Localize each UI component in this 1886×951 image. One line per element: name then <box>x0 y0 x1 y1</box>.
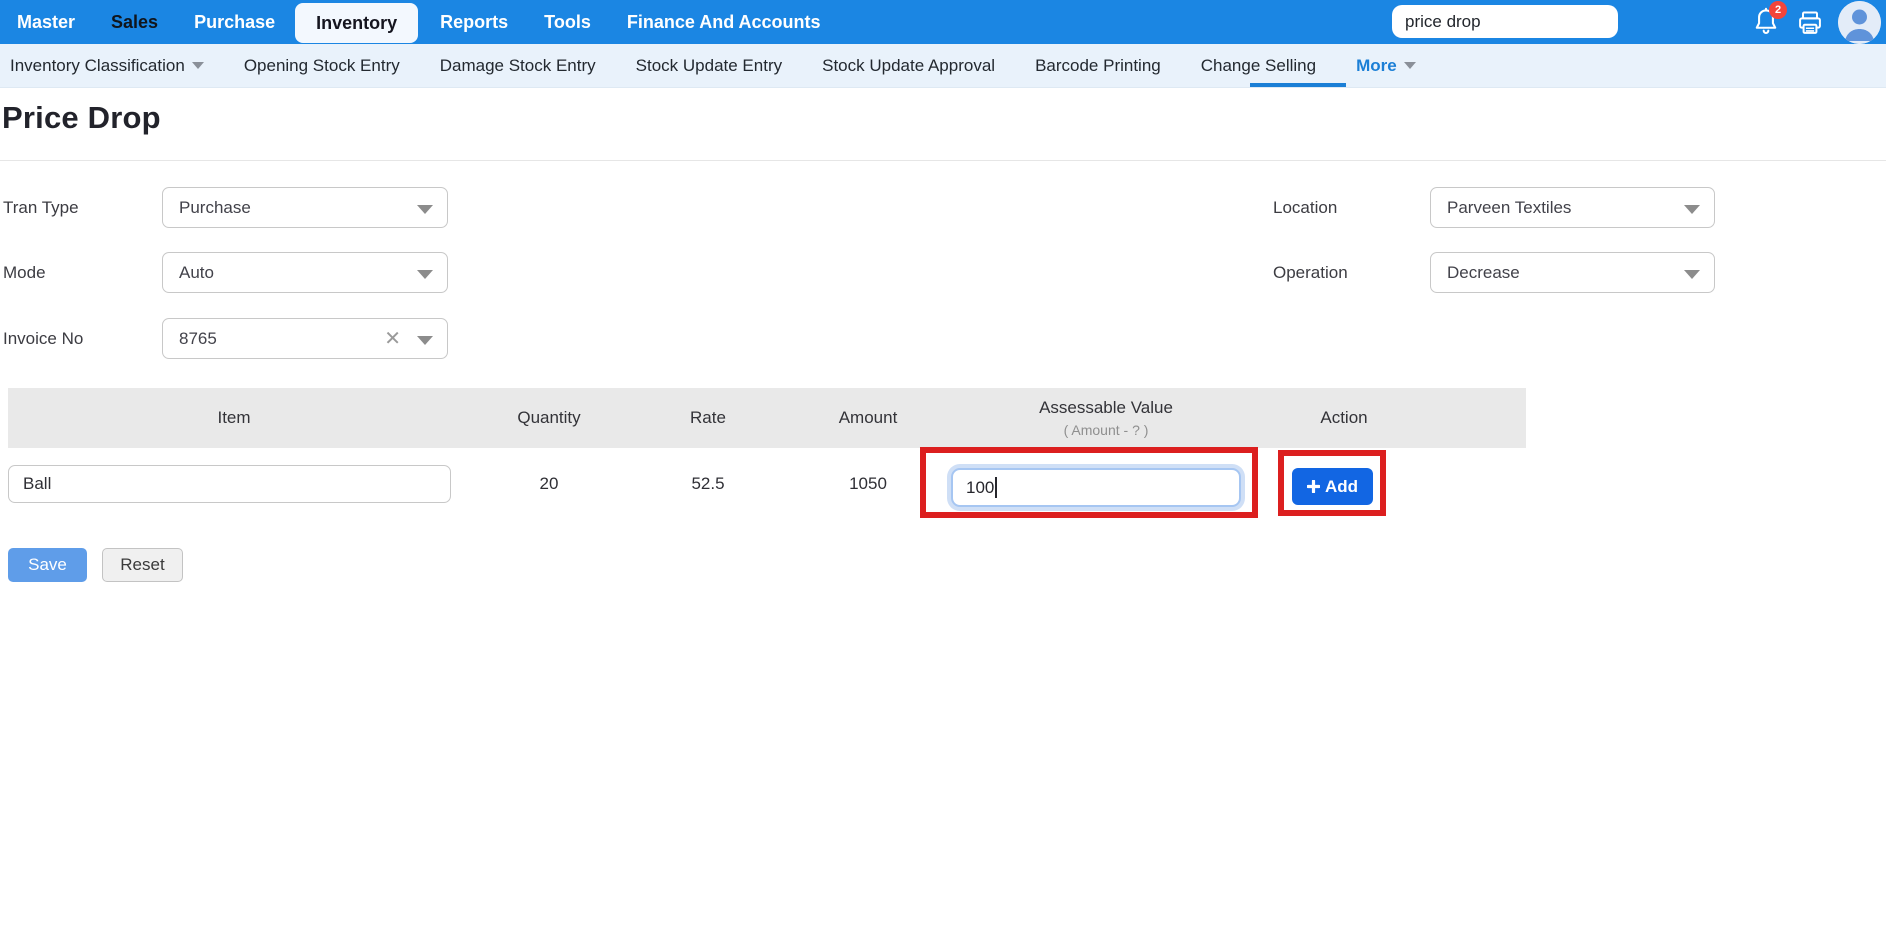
subnav-item-more[interactable]: More <box>1356 56 1416 76</box>
chevron-down-icon <box>1684 270 1700 279</box>
nav-item-reports[interactable]: Reports <box>440 12 508 33</box>
subnav-item-stock-update-approval[interactable]: Stock Update Approval <box>822 56 995 76</box>
page-title: Price Drop <box>2 100 161 135</box>
chevron-down-icon <box>417 270 433 279</box>
tran-type-label: Tran Type <box>3 198 79 217</box>
invoice-no-label: Invoice No <box>3 329 84 348</box>
operation-select[interactable]: Decrease <box>1430 252 1715 293</box>
price-drop-page: Master Sales Purchase Inventory Reports … <box>0 0 1886 951</box>
item-name-input[interactable] <box>8 465 451 503</box>
top-navbar: Master Sales Purchase Inventory Reports … <box>0 0 1886 44</box>
column-header-assessable-value: Assessable Value ( Amount - ? ) <box>958 398 1254 438</box>
active-tab-underline <box>1250 83 1346 87</box>
column-header-quantity: Quantity <box>517 408 581 427</box>
rate-cell: 52.5 <box>691 474 725 493</box>
plus-icon <box>1306 480 1320 493</box>
tran-type-value: Purchase <box>179 197 251 217</box>
nav-item-finance-and-accounts[interactable]: Finance And Accounts <box>627 12 821 33</box>
subnav-item-inventory-classification[interactable]: Inventory Classification <box>10 56 204 76</box>
print-icon[interactable] <box>1796 9 1824 42</box>
items-table-header: Item Quantity Rate Amount Assessable Val… <box>8 388 1526 448</box>
location-value: Parveen Textiles <box>1447 197 1572 217</box>
chevron-down-icon <box>1403 62 1416 69</box>
invoice-no-select[interactable]: 8765 ✕ <box>162 318 448 359</box>
reset-button[interactable]: Reset <box>102 548 183 582</box>
subnav-item-barcode-printing[interactable]: Barcode Printing <box>1035 56 1161 76</box>
subnav-item-label: Inventory Classification <box>10 55 185 75</box>
nav-item-master[interactable]: Master <box>17 12 75 33</box>
notification-count-badge: 2 <box>1769 1 1787 19</box>
subnav-more-label: More <box>1356 55 1397 75</box>
mode-select[interactable]: Auto <box>162 252 448 293</box>
search-input[interactable] <box>1392 5 1618 38</box>
assessable-header-main: Assessable Value <box>1039 398 1173 417</box>
quantity-cell: 20 <box>539 474 559 493</box>
chevron-down-icon <box>1684 205 1700 214</box>
column-header-item: Item <box>217 408 251 427</box>
assessable-value-text: 100 <box>966 477 995 497</box>
user-avatar[interactable] <box>1838 1 1881 44</box>
text-cursor <box>995 477 998 498</box>
column-header-action: Action <box>1320 408 1368 427</box>
subnav-item-change-selling[interactable]: Change Selling <box>1201 56 1316 76</box>
inventory-subnav: Inventory Classification Opening Stock E… <box>0 44 1886 88</box>
title-divider <box>0 160 1886 161</box>
mode-label: Mode <box>3 263 46 282</box>
top-nav-items: Master Sales Purchase Inventory Reports … <box>0 0 857 44</box>
add-button[interactable]: Add <box>1292 468 1373 505</box>
column-header-amount: Amount <box>838 408 898 427</box>
assessable-header-sub: ( Amount - ? ) <box>1063 422 1149 438</box>
clear-icon[interactable]: ✕ <box>384 327 401 351</box>
chevron-down-icon <box>417 336 433 345</box>
subnav-item-stock-update-entry[interactable]: Stock Update Entry <box>636 56 782 76</box>
nav-item-tools[interactable]: Tools <box>544 12 591 33</box>
nav-item-purchase[interactable]: Purchase <box>194 12 275 33</box>
location-select[interactable]: Parveen Textiles <box>1430 187 1715 228</box>
chevron-down-icon <box>191 62 204 69</box>
invoice-no-value: 8765 <box>179 328 217 348</box>
assessable-value-input[interactable]: 100 <box>951 468 1241 507</box>
nav-item-sales[interactable]: Sales <box>111 12 158 33</box>
nav-item-inventory-active[interactable]: Inventory <box>295 3 419 43</box>
operation-value: Decrease <box>1447 262 1520 282</box>
item-cell <box>8 465 460 503</box>
subnav-item-damage-stock-entry[interactable]: Damage Stock Entry <box>440 56 596 76</box>
location-label: Location <box>1273 198 1338 217</box>
add-button-label: Add <box>1324 476 1359 496</box>
subnav-item-opening-stock-entry[interactable]: Opening Stock Entry <box>244 56 400 76</box>
column-header-rate: Rate <box>690 408 726 427</box>
save-button[interactable]: Save <box>8 548 87 582</box>
tran-type-select[interactable]: Purchase <box>162 187 448 228</box>
mode-value: Auto <box>179 262 214 282</box>
chevron-down-icon <box>417 205 433 214</box>
operation-label: Operation <box>1273 263 1348 282</box>
